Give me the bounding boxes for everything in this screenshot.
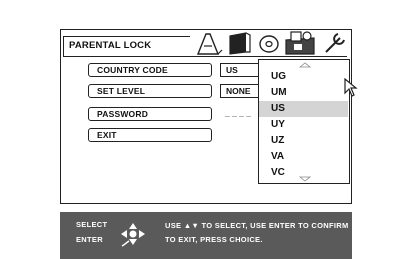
title-divider [63, 56, 347, 57]
password-row[interactable]: PASSWORD [88, 107, 212, 121]
dropdown-item-us[interactable]: US [259, 101, 348, 117]
set-level-row[interactable]: SET LEVEL [88, 84, 212, 98]
exit-button[interactable]: EXIT [88, 128, 212, 142]
country-code-row[interactable]: COUNTRY CODE [88, 63, 212, 77]
tab-icons [196, 31, 345, 55]
display-icon[interactable] [229, 32, 251, 55]
set-level-label: SET LEVEL [97, 86, 146, 96]
password-label: PASSWORD [97, 109, 149, 119]
help-line-2: TO EXIT, PRESS CHOICE. [165, 235, 263, 244]
dropdown-item-um[interactable]: UM [259, 85, 348, 101]
dropdown-item-uy[interactable]: UY [259, 117, 348, 133]
help-line-1: USE ▲▼ TO SELECT, USE ENTER TO CONFIRM [165, 221, 349, 230]
dropdown-item-va[interactable]: VA [259, 149, 348, 165]
parental-lock-icon[interactable] [285, 31, 315, 55]
help-footer: SELECT ENTER USE ▲▼ TO SELECT, USE ENTER… [60, 212, 352, 259]
page-title: PARENTAL LOCK [69, 40, 152, 51]
audio-icon[interactable] [196, 33, 223, 55]
mouse-cursor-icon [344, 78, 358, 97]
dropdown-item-ug[interactable]: UG [259, 69, 348, 85]
setup-wrench-icon[interactable] [325, 33, 345, 53]
country-code-label: COUNTRY CODE [97, 65, 168, 75]
scroll-up-arrow-icon[interactable] [299, 62, 311, 68]
scroll-down-arrow-icon[interactable] [299, 176, 311, 182]
dropdown-item-uz[interactable]: UZ [259, 133, 348, 149]
exit-label: EXIT [97, 130, 117, 140]
enter-label: ENTER [76, 235, 103, 244]
select-label: SELECT [76, 220, 108, 229]
remote-dpad-icon [121, 223, 145, 247]
country-code-dropdown[interactable]: UG UM US UY UZ VA VC [258, 59, 350, 184]
disc-icon[interactable] [259, 35, 279, 53]
